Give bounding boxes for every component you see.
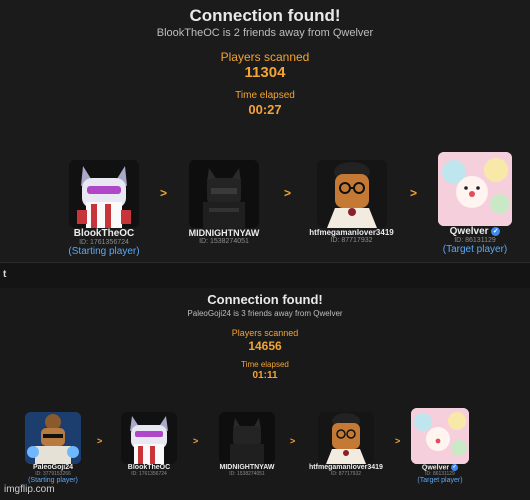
players-scanned-label: Players scanned bbox=[220, 50, 310, 64]
players-scanned-value: 11304 bbox=[244, 64, 286, 81]
chain-arrow: > bbox=[97, 436, 103, 446]
header-strip-text: t bbox=[3, 269, 7, 280]
connection-subtitle: BlookTheOC is 2 friends away from Qwelve… bbox=[156, 27, 374, 39]
player-card-target[interactable]: Qwelver ✓ ID: 86131129 (Target player) bbox=[406, 408, 474, 484]
divider bbox=[140, 262, 530, 289]
time-elapsed-label: Time elapsed bbox=[235, 90, 295, 101]
time-elapsed-value: 01:11 bbox=[252, 370, 278, 381]
player-name: MIDNIGHTNYAW bbox=[188, 228, 260, 238]
player-card[interactable]: BlookTheOC ID: 1761356724 bbox=[116, 412, 182, 477]
player-name: BlookTheOC bbox=[73, 228, 135, 239]
time-elapsed-label: Time elapsed bbox=[241, 360, 289, 369]
window-header-strip: t bbox=[0, 262, 141, 289]
monkey-avatar bbox=[25, 412, 81, 464]
player-name: htfmegamanlover3419 bbox=[309, 228, 394, 237]
player-name: htfmegamanlover3419 bbox=[309, 464, 383, 471]
chain-arrow: > bbox=[160, 186, 168, 200]
cat-hood-avatar bbox=[69, 160, 139, 228]
players-scanned-label: Players scanned bbox=[231, 328, 299, 338]
connection-subtitle: PaleoGoji24 is 3 friends away from Qwelv… bbox=[187, 309, 343, 318]
player-id: ID: 1761356724 bbox=[131, 471, 167, 477]
player-card-starting[interactable]: BlookTheOC ID: 1761356724 (Starting play… bbox=[55, 160, 153, 257]
time-elapsed-value: 00:27 bbox=[248, 102, 282, 117]
player-name: Qwelver bbox=[449, 226, 489, 237]
player-name-row: Qwelver ✓ bbox=[406, 464, 474, 471]
connection-panel-1: Connection found! BlookTheOC is 2 friend… bbox=[0, 0, 530, 262]
cat-hood-avatar bbox=[121, 412, 177, 464]
player-id: ID: 1538274051 bbox=[229, 471, 265, 477]
verified-badge-icon: ✓ bbox=[451, 464, 459, 471]
player-id: ID: 87717932 bbox=[330, 237, 373, 244]
sunglasses-avatar bbox=[318, 412, 374, 464]
player-role: (Starting player) bbox=[68, 246, 140, 257]
player-card[interactable]: htfmegamanlover3419 ID: 87717932 bbox=[299, 412, 393, 477]
player-name: BlookTheOC bbox=[127, 464, 171, 471]
player-id: ID: 87717932 bbox=[330, 471, 362, 477]
player-card[interactable]: htfmegamanlover3419 ID: 87717932 bbox=[294, 160, 409, 244]
chain-arrow: > bbox=[193, 436, 199, 446]
chain-arrow: > bbox=[395, 436, 401, 446]
player-role: (Target player) bbox=[442, 244, 508, 255]
chain-arrow: > bbox=[284, 186, 292, 200]
connection-title: Connection found! bbox=[207, 292, 323, 307]
pastel-avatar bbox=[438, 152, 512, 226]
player-name: PaleoGoji24 bbox=[32, 464, 74, 471]
connection-panel-2: Connection found! PaleoGoji24 is 3 frien… bbox=[0, 288, 530, 500]
player-card[interactable]: MIDNIGHTNYAW ID: 1538274051 bbox=[207, 412, 287, 477]
watermark: imgflip.com bbox=[4, 484, 55, 495]
player-card[interactable]: MIDNIGHTNYAW ID: 1538274051 bbox=[174, 160, 274, 245]
player-name: Qwelver bbox=[421, 464, 450, 472]
player-name: MIDNIGHTNYAW bbox=[219, 464, 275, 471]
player-card-starting[interactable]: PaleoGoji24 ID: 3779153266 (Starting pla… bbox=[20, 412, 86, 484]
player-role: (Starting player) bbox=[28, 477, 78, 484]
player-card-target[interactable]: Qwelver ✓ ID: 86131129 (Target player) bbox=[432, 152, 518, 255]
players-scanned-value: 14656 bbox=[248, 339, 282, 353]
dark-avatar bbox=[189, 160, 259, 228]
chain-arrow: > bbox=[410, 186, 418, 200]
pastel-avatar bbox=[411, 408, 469, 464]
player-name-row: Qwelver ✓ bbox=[432, 226, 518, 237]
chain-arrow: > bbox=[290, 436, 296, 446]
verified-badge-icon: ✓ bbox=[491, 226, 501, 236]
sunglasses-avatar bbox=[316, 160, 387, 228]
player-id: ID: 1761356724 bbox=[79, 239, 129, 246]
connection-title: Connection found! bbox=[189, 6, 341, 25]
player-role: (Target player) bbox=[417, 477, 463, 485]
player-id: ID: 86131129 bbox=[454, 237, 496, 244]
dark-avatar bbox=[219, 412, 275, 464]
player-id: ID: 1538274051 bbox=[199, 238, 249, 245]
